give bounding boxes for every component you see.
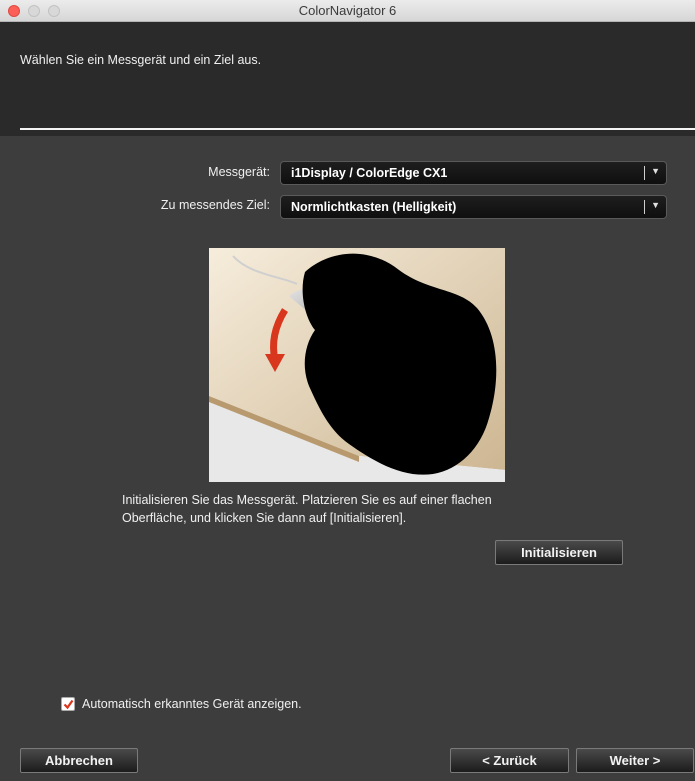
cancel-button[interactable]: Abbrechen [20,748,138,773]
show-detected-device-label[interactable]: Automatisch erkanntes Gerät anzeigen. [82,697,302,711]
step-instruction: Wählen Sie ein Messgerät und ein Ziel au… [20,53,262,67]
hand-holding-sensor-illustration [209,248,505,482]
chevron-down-icon: ▼ [651,200,660,210]
next-button[interactable]: Weiter > [576,748,694,773]
target-label: Zu messendes Ziel: [160,198,270,212]
wizard-header: Wählen Sie ein Messgerät und ein Ziel au… [0,22,695,136]
back-button[interactable]: < Zurück [450,748,569,773]
target-select[interactable]: Normlichtkasten (Helligkeit) ▼ [280,195,667,219]
show-detected-device-checkbox[interactable] [61,697,75,711]
initialize-instructions: Initialisieren Sie das Messgerät. Platzi… [122,491,602,527]
device-label: Messgerät: [208,165,270,179]
header-divider [20,128,695,130]
window-title: ColorNavigator 6 [298,3,397,18]
target-select-value: Normlichtkasten (Helligkeit) [291,200,457,214]
instruction-line-2: Oberfläche, und klicken Sie dann auf [In… [122,511,407,525]
device-select[interactable]: i1Display / ColorEdge CX1 ▼ [280,161,667,185]
initialize-button[interactable]: Initialisieren [495,540,623,565]
chevron-down-icon: ▼ [651,166,660,176]
select-separator [644,200,645,214]
instruction-line-1: Initialisieren Sie das Messgerät. Platzi… [122,493,492,507]
title-bar: ColorNavigator 6 [0,0,695,22]
checkmark-icon [63,699,74,710]
select-separator [644,166,645,180]
device-select-value: i1Display / ColorEdge CX1 [291,166,448,180]
